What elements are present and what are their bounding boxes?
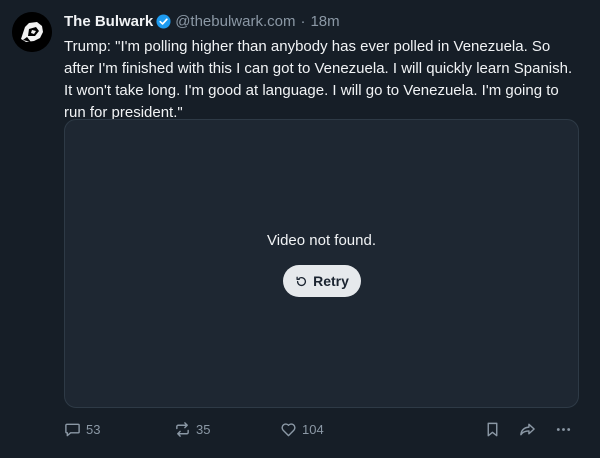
- post-actions: 53 35 104: [64, 419, 580, 439]
- post[interactable]: The Bulwark @thebulwark.com · 18m Trump:…: [0, 0, 600, 458]
- repost-count: 35: [196, 421, 211, 437]
- post-text: Trump: "I'm polling higher than anybody …: [64, 38, 573, 121]
- share-button[interactable]: [519, 419, 536, 439]
- separator: ·: [300, 12, 306, 30]
- avatar[interactable]: [12, 12, 52, 52]
- retry-button[interactable]: Retry: [283, 265, 361, 297]
- bulwark-logo-icon: [12, 12, 52, 52]
- video-player[interactable]: Video not found. Retry: [64, 119, 579, 408]
- reply-button[interactable]: 53: [64, 419, 100, 439]
- retry-label: Retry: [313, 273, 349, 289]
- comment-icon: [65, 423, 80, 436]
- author-name[interactable]: The Bulwark: [64, 13, 153, 30]
- more-options-button[interactable]: [555, 419, 572, 439]
- more-icon: [556, 427, 571, 431]
- reply-count: 53: [86, 421, 101, 437]
- post-header: The Bulwark @thebulwark.com · 18m: [64, 10, 580, 32]
- bookmark-button[interactable]: [484, 419, 501, 439]
- video-error-message: Video not found.: [267, 232, 376, 249]
- bookmark-icon: [487, 422, 498, 436]
- repost-button[interactable]: 35: [174, 419, 210, 439]
- repost-icon: [176, 421, 189, 437]
- share-icon: [520, 423, 535, 435]
- author-handle[interactable]: @thebulwark.com: [175, 13, 295, 30]
- post-timestamp[interactable]: 18m: [310, 13, 339, 30]
- heart-icon: [281, 422, 296, 436]
- like-button[interactable]: 104: [280, 419, 324, 439]
- post-content: The Bulwark @thebulwark.com · 18m Trump:…: [64, 10, 580, 124]
- refresh-icon: [296, 276, 307, 286]
- verified-badge-icon: [156, 13, 171, 29]
- like-count: 104: [302, 421, 324, 437]
